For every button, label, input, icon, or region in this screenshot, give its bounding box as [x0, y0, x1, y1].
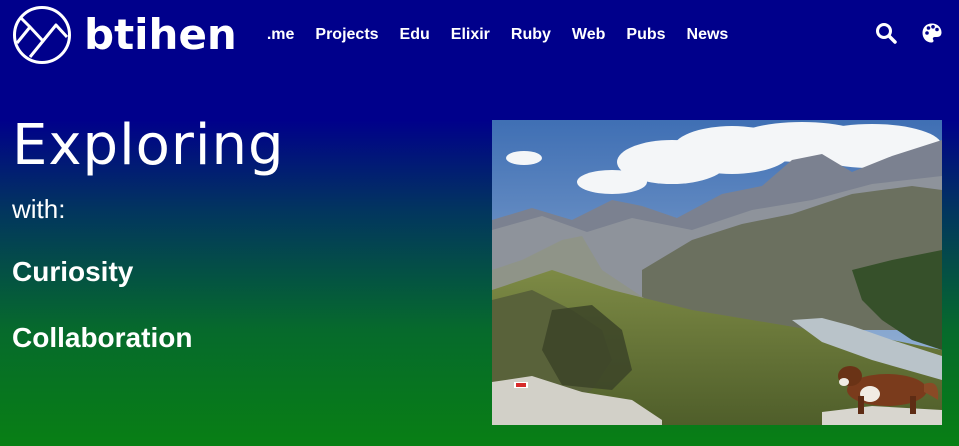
- nav-link-projects[interactable]: Projects: [315, 27, 378, 43]
- brand-name: btihen: [84, 10, 237, 59]
- nav-link-web[interactable]: Web: [572, 27, 605, 43]
- nav-link-news[interactable]: News: [687, 27, 729, 43]
- main-nav: .me Projects Edu Elixir Ruby Web Pubs Ne…: [267, 27, 749, 43]
- search-icon[interactable]: [875, 22, 897, 44]
- nav-link-ruby[interactable]: Ruby: [511, 27, 551, 43]
- navbar: btihen .me Projects Edu Elixir Ruby Web …: [0, 0, 959, 70]
- hero-value-curiosity: Curiosity: [12, 256, 134, 287]
- nav-link-edu[interactable]: Edu: [400, 27, 430, 43]
- nav-icons: [851, 22, 943, 44]
- brand-home-link[interactable]: btihen: [12, 5, 237, 65]
- mountain-logo-icon: [13, 6, 71, 64]
- mountain-landscape-with-dog-photo: [492, 120, 942, 425]
- hero-text: Exploring with: Curiosity Collaboration: [12, 118, 285, 352]
- nav-link-pubs[interactable]: Pubs: [626, 27, 665, 43]
- hero-subtitle: with:: [12, 194, 66, 224]
- nav-link-me[interactable]: .me: [267, 27, 295, 43]
- hero-title: Exploring: [12, 113, 285, 178]
- palette-icon[interactable]: [921, 22, 943, 44]
- hero-value-collaboration: Collaboration: [12, 322, 193, 353]
- nav-link-elixir[interactable]: Elixir: [451, 27, 490, 43]
